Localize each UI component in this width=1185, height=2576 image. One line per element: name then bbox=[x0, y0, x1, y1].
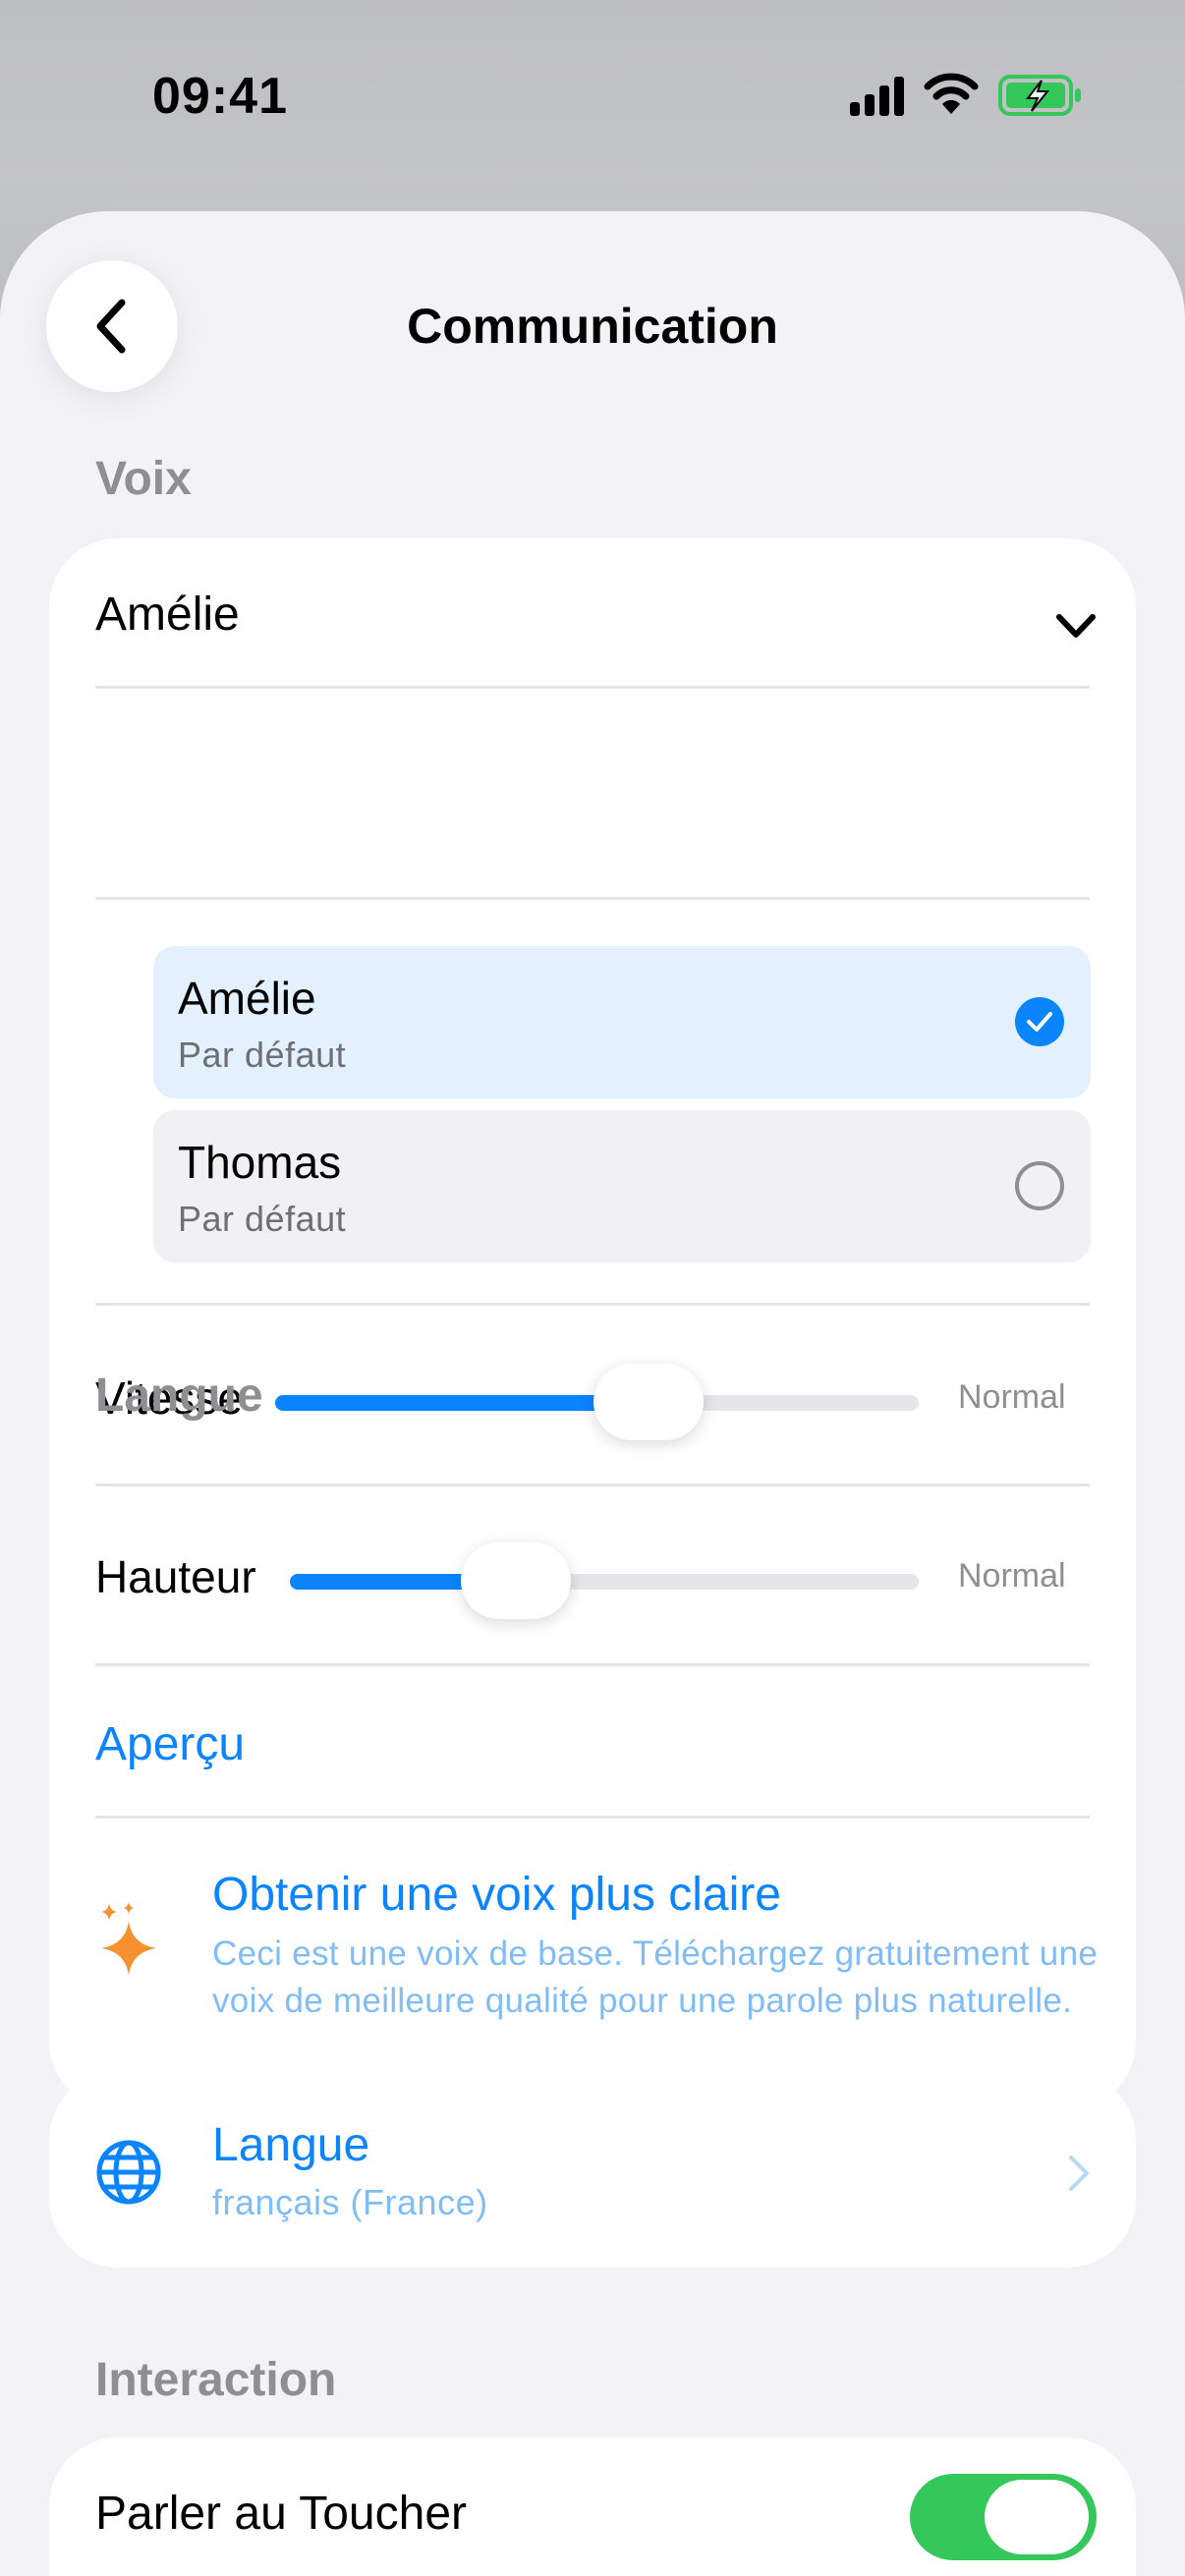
interaction-card: Parler au Toucher bbox=[49, 2437, 1136, 2576]
radio-selected bbox=[1015, 997, 1064, 1046]
voice-dropdown-value: Amélie bbox=[95, 588, 240, 641]
status-time: 09:41 bbox=[152, 68, 288, 125]
speed-value: Normal bbox=[958, 1378, 1066, 1416]
preview-link[interactable]: Aperçu bbox=[95, 1717, 245, 1771]
globe-icon bbox=[96, 2140, 161, 2205]
signal-icon bbox=[850, 77, 904, 116]
speak-on-touch-label: Parler au Toucher bbox=[95, 2488, 467, 2540]
pitch-slider-thumb[interactable] bbox=[461, 1542, 571, 1619]
promo-description: Ceci est une voix de base. Téléchargez g… bbox=[212, 1934, 1099, 2020]
voice-option-name: Amélie bbox=[178, 973, 316, 1024]
voice-option-subtitle: Par défaut bbox=[178, 1199, 347, 1239]
voice-card: Amélie Amélie Par défaut Thomas Par défa… bbox=[49, 538, 1136, 2110]
chevron-down-icon bbox=[1056, 614, 1096, 638]
divider bbox=[95, 1303, 1090, 1306]
divider bbox=[95, 686, 1090, 689]
speed-slider-thumb[interactable] bbox=[593, 1364, 704, 1440]
battery-icon bbox=[998, 75, 1081, 116]
communication-sheet: Communication Voix Amélie Amélie Par déf… bbox=[0, 211, 1185, 2576]
speed-slider-fill bbox=[275, 1395, 649, 1411]
page-title: Communication bbox=[407, 299, 778, 354]
language-row-title: Langue bbox=[212, 2119, 370, 2171]
wifi-icon bbox=[924, 73, 979, 114]
pitch-slider[interactable] bbox=[290, 1542, 919, 1619]
voice-option-subtitle: Par défaut bbox=[178, 1035, 347, 1075]
chevron-right-icon bbox=[1069, 2156, 1089, 2191]
radio-unselected bbox=[1015, 1161, 1064, 1210]
voice-option-thomas[interactable]: Thomas Par défaut bbox=[153, 1110, 1091, 1262]
voice-dropdown[interactable]: Amélie bbox=[49, 538, 1136, 686]
status-bar: 09:41 bbox=[0, 0, 1185, 196]
divider bbox=[95, 1484, 1090, 1486]
language-card[interactable]: Langue français (France) bbox=[49, 2071, 1136, 2268]
voice-option-name: Thomas bbox=[178, 1137, 342, 1188]
speed-slider[interactable] bbox=[275, 1364, 919, 1440]
voice-option-amelie[interactable]: Amélie Par défaut bbox=[153, 946, 1091, 1098]
toggle-knob bbox=[985, 2480, 1089, 2554]
section-header-voice: Voix bbox=[95, 453, 192, 505]
sparkles-icon bbox=[101, 1902, 156, 1976]
pitch-label: Hauteur bbox=[95, 1551, 256, 1602]
divider bbox=[95, 1663, 1090, 1666]
promo-title: Obtenir une voix plus claire bbox=[212, 1869, 781, 1921]
speak-on-touch-toggle[interactable] bbox=[910, 2474, 1097, 2560]
checkmark-icon bbox=[1027, 1012, 1052, 1032]
section-header-interaction: Interaction bbox=[95, 2354, 337, 2406]
language-row-value: français (France) bbox=[212, 2182, 488, 2222]
section-header-language: Langue bbox=[95, 1370, 263, 1422]
divider bbox=[95, 897, 1090, 900]
pitch-value: Normal bbox=[958, 1557, 1066, 1595]
